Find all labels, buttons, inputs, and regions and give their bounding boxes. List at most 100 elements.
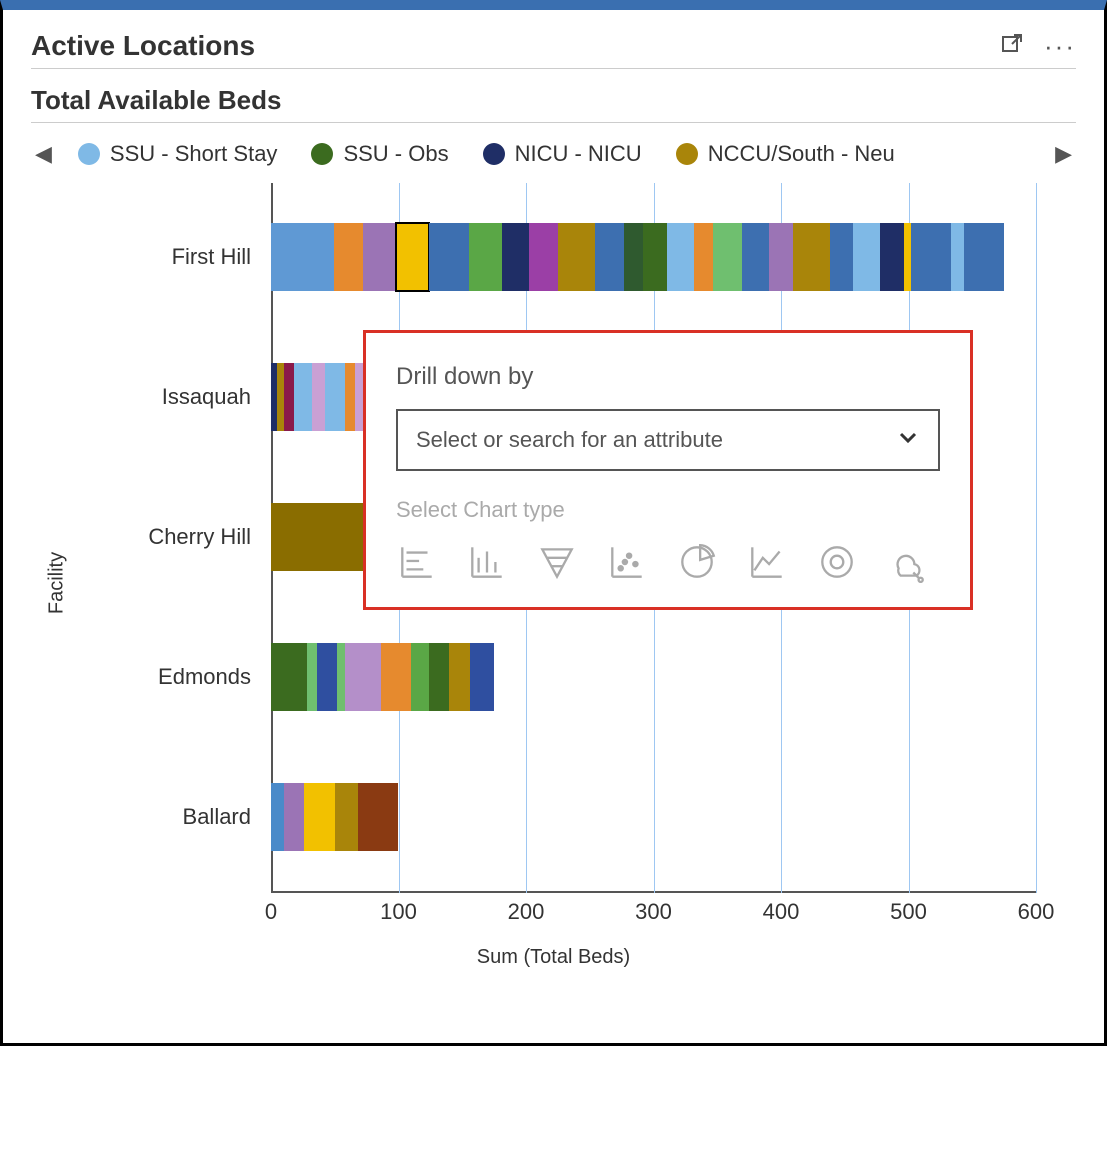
- category-label: Issaquah: [51, 384, 271, 410]
- legend-swatch: [676, 143, 698, 165]
- header-row: Active Locations ···: [31, 30, 1076, 69]
- bar-segment[interactable]: [345, 363, 355, 431]
- bar-segment[interactable]: [396, 223, 429, 291]
- bar-segment[interactable]: [713, 223, 742, 291]
- bar-segment[interactable]: [853, 223, 879, 291]
- bar-segment[interactable]: [558, 223, 595, 291]
- x-tick-label: 600: [1018, 899, 1055, 925]
- x-tick-label: 500: [890, 899, 927, 925]
- legend-label: SSU - Short Stay: [110, 141, 278, 167]
- legend: ◀ SSU - Short Stay SSU - Obs NICU - NICU NC…: [31, 123, 1076, 173]
- subtitle-row: Total Available Beds: [31, 69, 1076, 123]
- bar-segment[interactable]: [667, 223, 693, 291]
- bar-segment[interactable]: [595, 223, 624, 291]
- bar-segment[interactable]: [449, 643, 469, 711]
- bar-segment[interactable]: [911, 223, 951, 291]
- bar-segment[interactable]: [335, 783, 358, 851]
- chart-type-funnel-icon[interactable]: [536, 541, 578, 583]
- bar-segment[interactable]: [307, 643, 317, 711]
- bar-segment[interactable]: [469, 223, 502, 291]
- bar-segment[interactable]: [325, 363, 345, 431]
- bar-segment[interactable]: [363, 223, 396, 291]
- card-title: Active Locations: [31, 30, 1000, 62]
- bar-segment[interactable]: [284, 783, 304, 851]
- x-tick-label: 0: [265, 899, 277, 925]
- chart-type-row: [396, 541, 940, 583]
- bar-segment[interactable]: [793, 223, 830, 291]
- bar-row[interactable]: Ballard: [271, 783, 399, 851]
- bar-segment[interactable]: [904, 223, 912, 291]
- bar-segment[interactable]: [964, 223, 1004, 291]
- bar-segment[interactable]: [429, 223, 469, 291]
- y-axis-title: Facility: [46, 552, 69, 614]
- bar-segment[interactable]: [284, 363, 294, 431]
- bar-row[interactable]: First Hill: [271, 223, 1004, 291]
- category-label: Cherry Hill: [51, 524, 271, 550]
- bar-segment[interactable]: [529, 223, 558, 291]
- legend-swatch: [311, 143, 333, 165]
- bar-segment[interactable]: [624, 223, 644, 291]
- bar-segment[interactable]: [470, 643, 494, 711]
- bar-segment[interactable]: [830, 223, 854, 291]
- legend-scroll-left[interactable]: ◀: [31, 141, 56, 167]
- chart-type-scatter-icon[interactable]: [606, 541, 648, 583]
- chart-type-vbar-icon[interactable]: [466, 541, 508, 583]
- legend-item[interactable]: NCCU/South - Neu: [676, 141, 895, 167]
- x-axis-title: Sum (Total Beds): [31, 946, 1076, 969]
- bar-segment[interactable]: [411, 643, 429, 711]
- drill-attribute-select[interactable]: Select or search for an attribute: [396, 409, 940, 471]
- x-tick-label: 100: [380, 899, 417, 925]
- x-tick-label: 400: [763, 899, 800, 925]
- bar-segment[interactable]: [381, 643, 412, 711]
- legend-label: SSU - Obs: [343, 141, 448, 167]
- legend-label: NCCU/South - Neu: [708, 141, 895, 167]
- legend-item[interactable]: SSU - Short Stay: [78, 141, 278, 167]
- more-options-icon[interactable]: ···: [1044, 31, 1076, 62]
- bar-segment[interactable]: [337, 643, 345, 711]
- legend-item[interactable]: SSU - Obs: [311, 141, 448, 167]
- bar-row[interactable]: Edmonds: [271, 643, 494, 711]
- chart-type-donut-icon[interactable]: [816, 541, 858, 583]
- chart-type-line-icon[interactable]: [746, 541, 788, 583]
- bar-segment[interactable]: [271, 783, 284, 851]
- bar-segment[interactable]: [769, 223, 793, 291]
- bar-segment[interactable]: [334, 223, 363, 291]
- bar-segment[interactable]: [345, 643, 381, 711]
- bar-segment[interactable]: [312, 363, 325, 431]
- chart-type-hbar-icon[interactable]: [396, 541, 438, 583]
- bar-segment[interactable]: [951, 223, 964, 291]
- category-label: Ballard: [51, 804, 271, 830]
- bar-segment[interactable]: [317, 643, 337, 711]
- bar-segment[interactable]: [271, 223, 334, 291]
- x-axis-ticks: 0100200300400500600: [271, 899, 1036, 929]
- chart-type-cloud-icon[interactable]: [886, 541, 928, 583]
- bar-segment[interactable]: [429, 643, 449, 711]
- drill-select-placeholder: Select or search for an attribute: [416, 427, 723, 453]
- gridline: [1036, 183, 1037, 893]
- bar-segment[interactable]: [358, 783, 399, 851]
- legend-swatch: [483, 143, 505, 165]
- legend-swatch: [78, 143, 100, 165]
- bar-segment[interactable]: [304, 783, 335, 851]
- legend-label: NICU - NICU: [515, 141, 642, 167]
- category-label: Edmonds: [51, 664, 271, 690]
- category-label: First Hill: [51, 244, 271, 270]
- legend-scroll-right[interactable]: ▶: [1051, 141, 1076, 167]
- popout-icon[interactable]: [1000, 32, 1024, 61]
- bar-segment[interactable]: [742, 223, 768, 291]
- bar-segment[interactable]: [271, 643, 307, 711]
- bar-segment[interactable]: [643, 223, 667, 291]
- bar-segment[interactable]: [502, 223, 528, 291]
- drill-down-popup: Drill down by Select or search for an at…: [363, 330, 973, 610]
- bar-segment[interactable]: [694, 223, 714, 291]
- legend-item[interactable]: NICU - NICU: [483, 141, 642, 167]
- bar-segment[interactable]: [294, 363, 312, 431]
- x-tick-label: 200: [508, 899, 545, 925]
- chart-type-pie-icon[interactable]: [676, 541, 718, 583]
- bar-segment[interactable]: [880, 223, 904, 291]
- x-tick-label: 300: [635, 899, 672, 925]
- drill-popup-subtitle: Select Chart type: [396, 497, 940, 523]
- chart-title: Total Available Beds: [31, 85, 1076, 116]
- card-container: Active Locations ··· Total Available Bed…: [0, 0, 1107, 1046]
- drill-popup-title: Drill down by: [396, 363, 940, 391]
